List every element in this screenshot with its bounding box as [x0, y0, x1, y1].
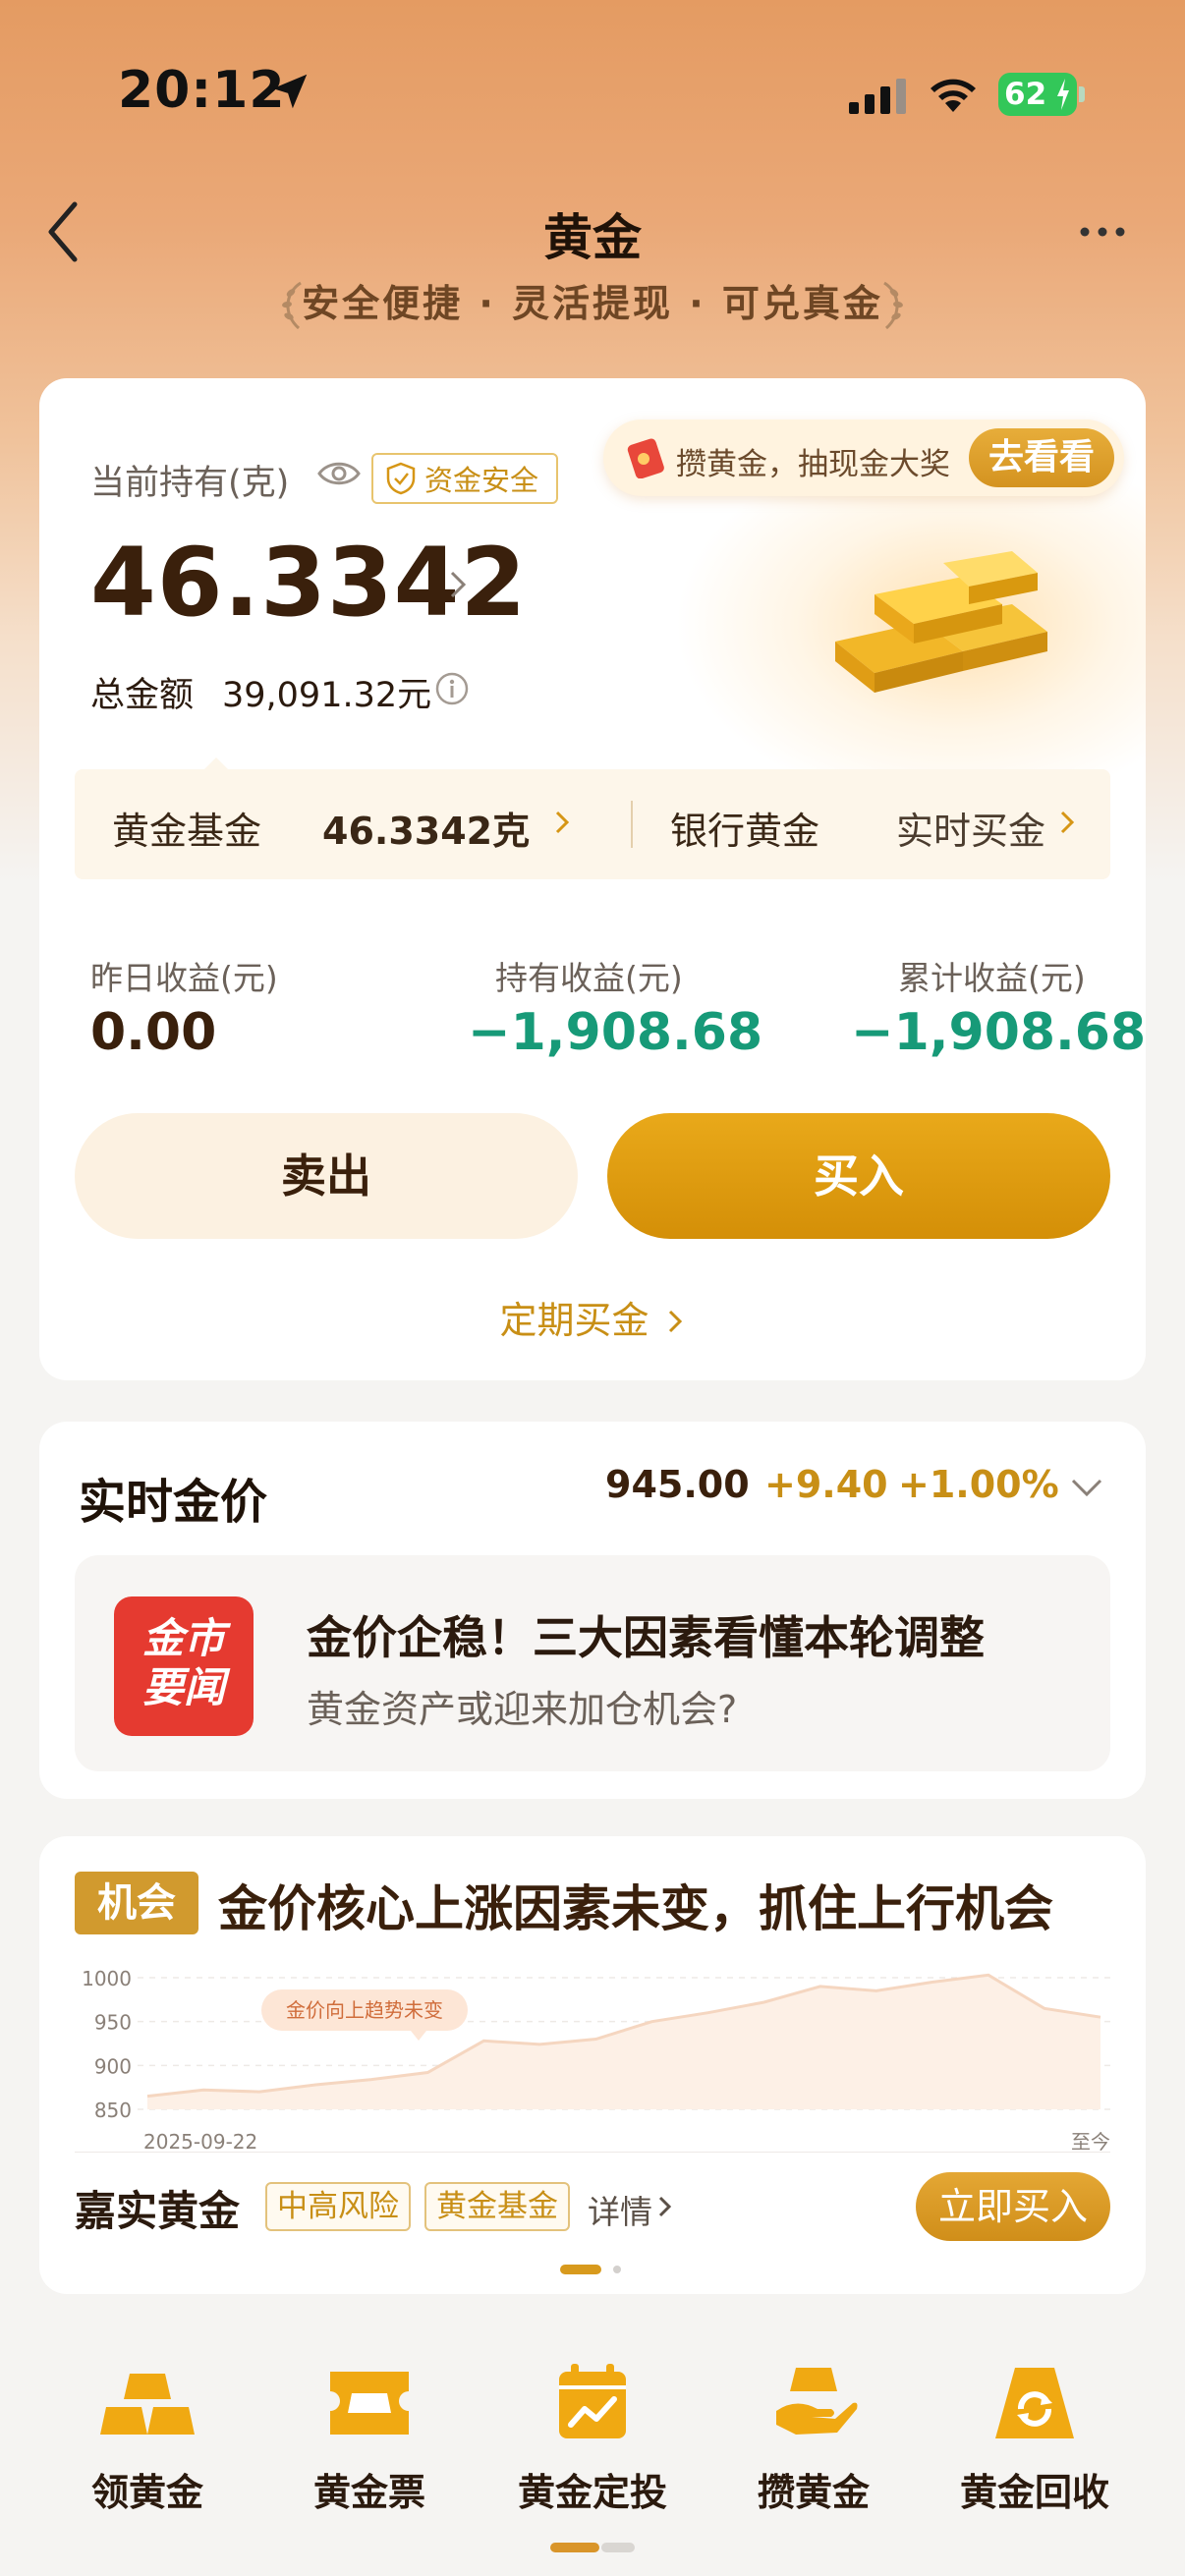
- holdings-card: 当前持有(克) 资金安全 攒黄金，抽现金大奖 去看看 46.3342 总金额 3…: [39, 378, 1146, 1380]
- nav-claim-gold[interactable]: 领黄金: [39, 2358, 255, 2535]
- gold-bars-illustration: [835, 551, 1047, 693]
- risk-level-tag: 中高风险: [265, 2182, 411, 2231]
- total-amount-value: 39,091.32元: [222, 676, 432, 715]
- chart-ytick-label: 850: [94, 2099, 132, 2122]
- chart-ytick-label: 1000: [82, 1967, 132, 1990]
- nav-label: 领黄金: [90, 2471, 203, 2514]
- nav-save-gold[interactable]: 攒黄金: [705, 2358, 922, 2535]
- gold-fund-value[interactable]: 46.3342克: [322, 801, 530, 855]
- divider: [631, 801, 633, 848]
- calendar-chart-icon: [559, 2364, 626, 2438]
- promo-text: 攒黄金，抽现金大奖: [676, 447, 950, 482]
- chart-xtick-start: 2025-09-22: [143, 2130, 257, 2154]
- gold-bars-icon: [100, 2374, 195, 2435]
- status-bar: 20:12 62: [0, 0, 1185, 196]
- more-options-icon[interactable]: [1077, 218, 1128, 246]
- info-icon[interactable]: [434, 671, 470, 706]
- chart-annotation-pointer: [411, 2031, 426, 2041]
- regular-buy-link[interactable]: 定期买金: [499, 1299, 649, 1342]
- chevron-right-icon[interactable]: [656, 2192, 674, 2221]
- total-amount-label: 总金额: [90, 676, 195, 715]
- gold-trend-chart: 1000 950 900 850 2025-09-22 至今 金价向上趋势未变: [82, 1967, 1110, 2154]
- chevron-right-icon[interactable]: [552, 807, 572, 838]
- shield-check-icon: [386, 462, 416, 495]
- bank-gold-label[interactable]: 银行黄金: [670, 801, 819, 855]
- page-slogan: 安全便捷 · 灵活提现 · 可兑真金: [302, 282, 883, 325]
- chevron-right-icon[interactable]: [1057, 807, 1077, 838]
- news-title: 金价企稳！三大因素看懂本轮调整: [307, 1611, 985, 1664]
- chevron-down-icon[interactable]: [1067, 1475, 1106, 1500]
- battery-level: 62: [1004, 77, 1047, 112]
- opportunity-card: 机会 金价核心上涨因素未变，抓住上行机会 1000 950 900 850 2025-0…: [39, 1836, 1146, 2294]
- fund-safety-badge[interactable]: 资金安全: [371, 453, 559, 504]
- battery-indicator: 62: [998, 73, 1077, 116]
- opportunity-tag: 机会: [75, 1872, 198, 1934]
- total-profit-value: −1,908.68: [851, 1003, 1146, 1062]
- wifi-icon: [931, 79, 976, 112]
- charging-bolt-icon: [1057, 79, 1069, 110]
- chart-xtick-end: 至今: [1071, 2130, 1110, 2154]
- sell-button[interactable]: 卖出: [75, 1113, 578, 1239]
- yesterday-profit-label: 昨日收益(元): [90, 959, 278, 997]
- gold-ticket-icon: [330, 2372, 409, 2435]
- buy-now-button[interactable]: 立即买入: [916, 2172, 1110, 2241]
- yesterday-profit-value: 0.00: [90, 1003, 217, 1062]
- market-news-logo: 金市 要闻: [114, 1596, 254, 1736]
- realtime-price-title: 实时金价: [79, 1475, 268, 1530]
- holding-profit-label: 持有收益(元): [495, 959, 683, 997]
- regular-buy-row[interactable]: 定期买金: [39, 1290, 1146, 1344]
- chart-ytick-label: 900: [94, 2054, 132, 2078]
- slogan-row: 安全便捷 · 灵活提现 · 可兑真金: [0, 273, 1185, 332]
- chart-annotation: 金价向上趋势未变: [286, 1998, 443, 2022]
- laurel-right-icon: [883, 281, 903, 330]
- chevron-right-icon[interactable]: [444, 565, 472, 604]
- recycle-icon: [995, 2368, 1074, 2438]
- holding-breakdown-row: 黄金基金 46.3342克 银行黄金 实时买金: [75, 769, 1110, 879]
- market-news-item[interactable]: 金市 要闻 金价企稳！三大因素看懂本轮调整 黄金资产或迎来加仓机会?: [75, 1555, 1110, 1771]
- carousel-dot-active: [560, 2265, 601, 2274]
- gold-fund-label[interactable]: 黄金基金: [112, 801, 261, 855]
- nav-gold-investment-plan[interactable]: 黄金定投: [484, 2358, 701, 2535]
- total-profit-label: 累计收益(元): [898, 959, 1086, 997]
- divider: [75, 2152, 1110, 2153]
- realtime-buy-link[interactable]: 实时买金: [896, 801, 1045, 855]
- nav-label: 黄金定投: [517, 2471, 667, 2514]
- news-subtitle: 黄金资产或迎来加仓机会?: [307, 1688, 738, 1731]
- gold-price-value: 945.00: [605, 1463, 750, 1506]
- hand-gold-icon: [776, 2368, 858, 2435]
- gold-price-change: +9.40: [764, 1463, 888, 1506]
- location-arrow-icon: [272, 74, 308, 109]
- red-envelope-icon: [627, 438, 664, 478]
- page-indicator: [601, 2543, 635, 2552]
- safety-text: 资金安全: [424, 464, 539, 497]
- chart-ytick-label: 950: [94, 2011, 132, 2035]
- page-indicator-active: [550, 2543, 599, 2552]
- buy-button[interactable]: 买入: [607, 1113, 1110, 1239]
- carousel-dot: [613, 2266, 621, 2273]
- status-time: 20:12: [118, 61, 286, 120]
- nav-gold-ticket[interactable]: 黄金票: [261, 2358, 478, 2535]
- nav-label: 攒黄金: [757, 2471, 870, 2514]
- realtime-price-card: 实时金价 945.00 +9.40 +1.00% 金市 要闻 金价企稳！三大因素…: [39, 1422, 1146, 1799]
- nav-label: 黄金票: [312, 2471, 425, 2514]
- chevron-right-icon[interactable]: [664, 1306, 686, 1337]
- promo-banner[interactable]: 攒黄金，抽现金大奖 去看看: [603, 420, 1124, 496]
- nav-gold-recycle[interactable]: 黄金回收: [927, 2358, 1143, 2535]
- fund-type-tag: 黄金基金: [424, 2182, 570, 2231]
- promo-go-button[interactable]: 去看看: [968, 428, 1114, 487]
- eye-icon[interactable]: [316, 457, 362, 490]
- page-title: 黄金: [543, 209, 642, 266]
- news-logo-line1: 金市: [141, 1614, 225, 1662]
- news-logo-line2: 要闻: [141, 1663, 225, 1711]
- fund-name: 嘉实黄金: [75, 2187, 241, 2235]
- opportunity-title[interactable]: 金价核心上涨因素未变，抓住上行机会: [218, 1870, 1053, 1940]
- cell-signal-icon: [849, 79, 906, 114]
- gold-price-pct: +1.00%: [898, 1463, 1059, 1506]
- holding-profit-value: −1,908.68: [468, 1003, 763, 1062]
- battery-cap: [1079, 86, 1085, 102]
- holding-label: 当前持有(克): [90, 464, 290, 503]
- nav-label: 黄金回收: [959, 2471, 1109, 2514]
- details-link[interactable]: 详情: [588, 2186, 652, 2233]
